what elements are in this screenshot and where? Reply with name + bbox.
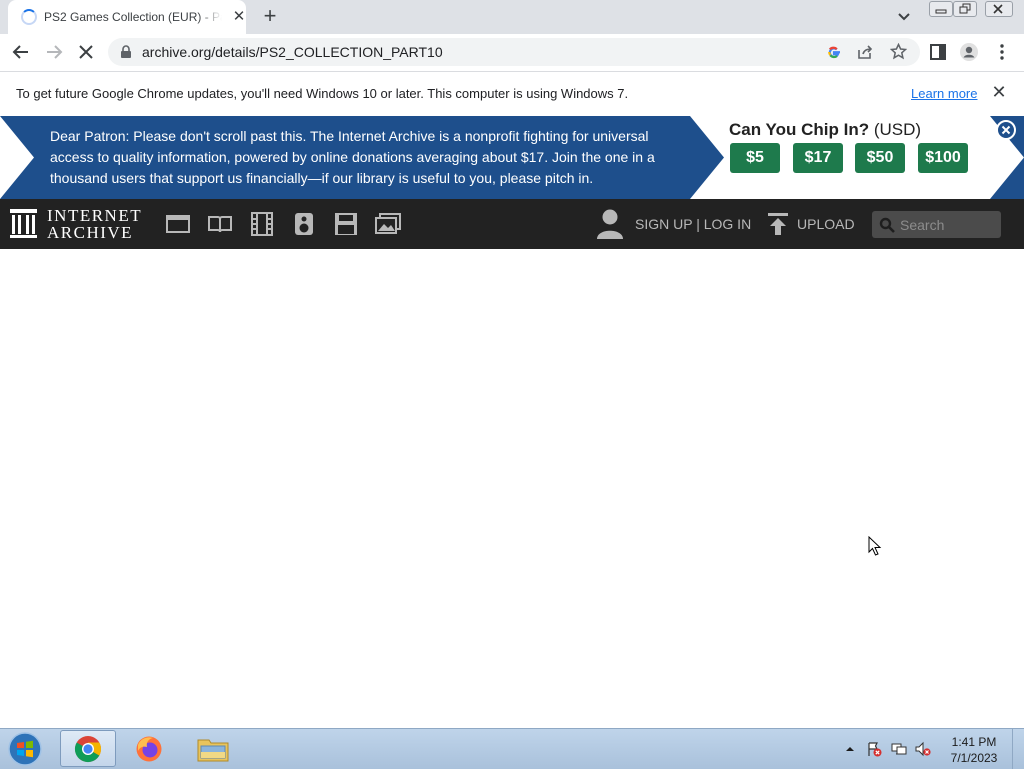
donate-5-button[interactable]: $5 <box>730 143 780 173</box>
page-content-area <box>0 249 1024 728</box>
restore-icon <box>959 3 971 14</box>
network-icon[interactable] <box>891 741 907 757</box>
close-window-button[interactable] <box>985 1 1013 17</box>
upload-link[interactable]: UPLOAD <box>797 216 855 232</box>
browser-tab[interactable]: PS2 Games Collection (EUR) - Part 10 ✕ <box>8 0 246 34</box>
donate-17-button[interactable]: $17 <box>793 143 843 173</box>
action-center-flag-icon[interactable] <box>866 741 882 757</box>
side-panel-icon[interactable] <box>928 42 948 62</box>
volume-muted-icon[interactable] <box>915 741 931 757</box>
new-tab-button[interactable]: + <box>258 5 282 29</box>
web-icon[interactable] <box>165 212 191 236</box>
windows-taskbar: 1:41 PM 7/1/2023 <box>0 728 1024 769</box>
share-icon[interactable] <box>857 44 874 60</box>
signup-login-link[interactable]: SIGN UP | LOG IN <box>635 216 751 232</box>
software-icon[interactable] <box>333 212 359 236</box>
stop-loading-icon[interactable] <box>76 42 96 62</box>
update-infobar: To get future Google Chrome updates, you… <box>0 72 1024 116</box>
close-icon <box>993 4 1003 14</box>
tab-search-button[interactable] <box>894 8 914 26</box>
chevron-down-icon <box>898 13 910 21</box>
search-icon <box>879 217 895 233</box>
back-arrow-icon[interactable] <box>11 42 31 62</box>
logo-line-internet: INTERNET <box>47 206 143 225</box>
minimize-button[interactable] <box>929 1 953 17</box>
audio-icon[interactable] <box>291 212 317 236</box>
url-text[interactable]: archive.org/details/PS2_COLLECTION_PART1… <box>142 44 443 60</box>
start-button[interactable] <box>6 731 44 767</box>
firefox-icon <box>136 736 162 762</box>
menu-dots-icon[interactable] <box>992 42 1012 62</box>
loading-spinner-icon <box>21 9 37 25</box>
donate-50-button[interactable]: $50 <box>855 143 905 173</box>
ia-logo-wordmark[interactable]: INTERNET ARCHIVE <box>47 207 142 241</box>
banner-close-button[interactable] <box>996 120 1016 140</box>
tab-close-icon[interactable]: ✕ <box>230 8 248 26</box>
close-icon <box>1001 125 1011 135</box>
mouse-cursor-icon <box>868 536 882 556</box>
show-desktop-button[interactable] <box>1012 729 1024 769</box>
forward-arrow-icon[interactable] <box>44 42 64 62</box>
logo-line-archive: ARCHIVE <box>47 223 134 242</box>
taskbar-clock[interactable]: 1:41 PM 7/1/2023 <box>944 734 1004 766</box>
lock-icon[interactable] <box>120 45 132 59</box>
chip-in-title: Can You Chip In? (USD) <box>729 120 921 140</box>
chip-in-heading: Can You Chip In? <box>729 120 870 139</box>
infobar-close-icon[interactable]: ✕ <box>990 83 1008 101</box>
restore-button[interactable] <box>953 1 977 17</box>
search-placeholder: Search <box>900 217 945 233</box>
texts-icon[interactable] <box>207 212 233 236</box>
images-icon[interactable] <box>375 212 401 236</box>
tab-strip: PS2 Games Collection (EUR) - Part 10 ✕ + <box>0 0 1024 34</box>
google-icon[interactable] <box>826 44 842 60</box>
show-hidden-icons-icon[interactable] <box>843 741 857 757</box>
taskbar-file-explorer[interactable] <box>185 730 241 767</box>
clock-date: 7/1/2023 <box>950 751 998 765</box>
user-icon[interactable] <box>596 208 624 240</box>
profile-avatar-icon[interactable] <box>959 42 979 62</box>
bookmark-star-icon[interactable] <box>890 43 907 60</box>
video-icon[interactable] <box>249 212 275 236</box>
donate-100-button[interactable]: $100 <box>918 143 968 173</box>
chip-in-currency: (USD) <box>873 120 922 139</box>
folder-icon <box>197 739 229 762</box>
chrome-icon <box>74 736 102 763</box>
donation-banner: Dear Patron: Please don't scroll past th… <box>0 116 1024 199</box>
clock-time: 1:41 PM <box>951 735 997 749</box>
infobar-message: To get future Google Chrome updates, you… <box>16 86 629 101</box>
taskbar-chrome[interactable] <box>60 730 116 767</box>
upload-icon[interactable] <box>767 212 789 236</box>
browser-toolbar: archive.org/details/PS2_COLLECTION_PART1… <box>0 34 1024 72</box>
address-bar[interactable]: archive.org/details/PS2_COLLECTION_PART1… <box>108 38 920 66</box>
minimize-icon <box>935 9 947 14</box>
learn-more-link[interactable]: Learn more <box>911 86 977 101</box>
banner-message: Dear Patron: Please don't scroll past th… <box>50 128 655 186</box>
archive-building-icon[interactable] <box>9 208 38 239</box>
taskbar-firefox[interactable] <box>122 730 178 767</box>
tab-title: PS2 Games Collection (EUR) - Part 10 <box>44 10 222 26</box>
ia-search-input[interactable]: Search <box>872 211 1001 238</box>
ia-top-nav: INTERNET ARCHIVE SIGN UP | LOG IN UPLOAD… <box>0 199 1024 249</box>
